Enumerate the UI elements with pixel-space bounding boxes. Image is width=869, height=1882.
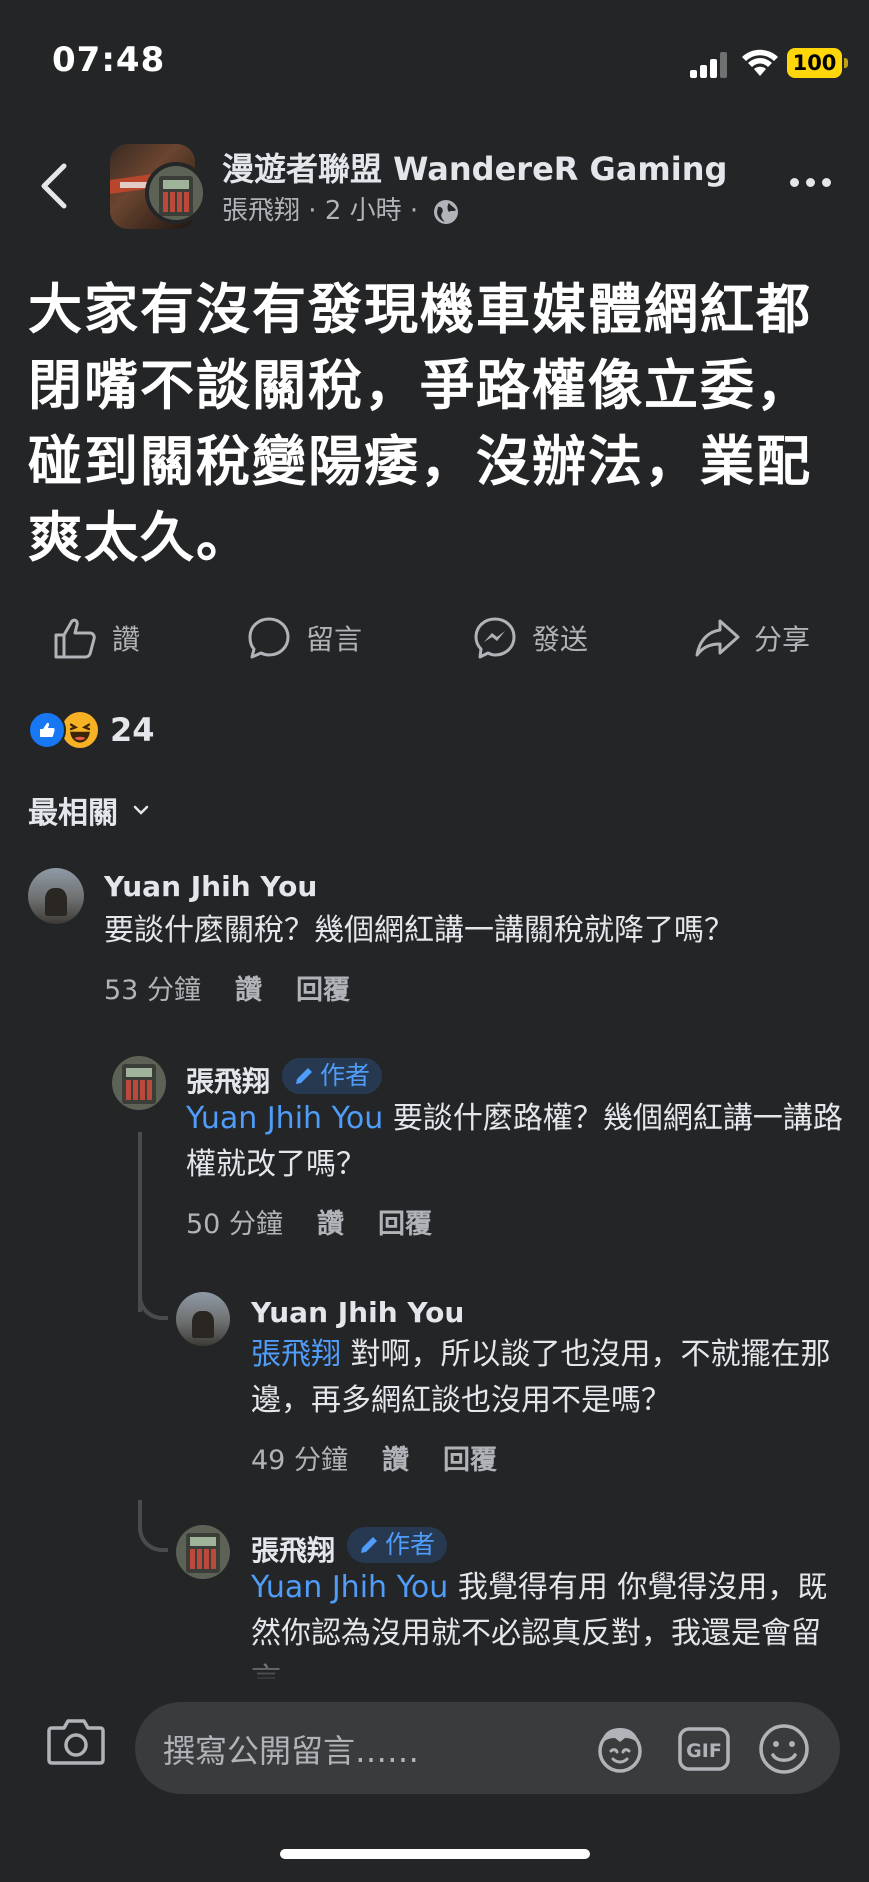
comment-text: 要談什麼關稅？幾個網紅講一講關稅就降了嗎？ [104, 913, 734, 948]
comment-bubble-icon [248, 617, 290, 659]
author-badge: 作者 [282, 1058, 383, 1094]
comment-text: 張飛翔 對啊，所以談了也沒用，不就擺在那邊，再多網紅談也沒用不是嗎？ [251, 1337, 831, 1418]
commenter-name[interactable]: Yuan Jhih You [104, 870, 317, 903]
comment-sort-dropdown[interactable]: 最相關 [28, 788, 150, 832]
comment-like-button[interactable]: 讚 [235, 975, 262, 1006]
globe-icon [434, 199, 459, 224]
wifi-icon [742, 49, 778, 76]
author-badge: 作者 [347, 1527, 448, 1563]
emoji-icon[interactable] [755, 1720, 813, 1778]
haha-reaction-icon [60, 710, 100, 750]
author-avatar-small[interactable] [145, 162, 207, 224]
home-indicator[interactable] [280, 1849, 590, 1859]
comment-reply-button[interactable]: 回覆 [378, 1209, 432, 1240]
like-button[interactable]: 讚 [52, 605, 140, 671]
comment-meta: 53 分鐘 讚 回覆 [104, 968, 384, 1007]
pencil-icon [296, 1068, 312, 1084]
share-arrow-icon [695, 619, 740, 657]
comment-button[interactable]: 留言 [246, 605, 362, 671]
like-reaction-icon [28, 711, 66, 749]
post-text: 大家有沒有發現機車媒體網紅都閉嘴不談關稅，爭路權像立委，碰到關稅變陽痿，沒辦法，… [28, 278, 812, 569]
commenter-name[interactable]: Yuan Jhih You [251, 1296, 464, 1329]
comment-sort-label: 最相關 [28, 796, 118, 831]
post-time[interactable]: 2 小時 [325, 196, 402, 226]
commenter-name[interactable]: 張飛翔 [186, 1060, 270, 1100]
mention-link[interactable]: 張飛翔 [251, 1337, 341, 1372]
comment-time[interactable]: 50 分鐘 [186, 1209, 283, 1240]
comment-time[interactable]: 53 分鐘 [104, 975, 201, 1006]
commenter-avatar[interactable] [28, 868, 84, 924]
more-options-icon[interactable] [790, 172, 838, 192]
comment-like-button[interactable]: 讚 [382, 1445, 409, 1476]
messenger-icon [474, 617, 516, 659]
battery-indicator: 100 [787, 48, 848, 78]
gif-icon[interactable]: GIF [675, 1720, 733, 1778]
chevron-down-icon [133, 805, 149, 815]
send-button-label: 發送 [532, 623, 589, 656]
share-button[interactable]: 分享 [694, 605, 810, 671]
comment-text: Yuan Jhih You 要談什麼路權？幾個網紅講一講路權就改了嗎？ [186, 1101, 843, 1182]
comment-reply-button[interactable]: 回覆 [296, 975, 350, 1006]
mention-link[interactable]: Yuan Jhih You [186, 1101, 383, 1136]
comment-button-label: 留言 [306, 623, 363, 656]
comment-composer: 撰寫公開留言…… GIF [0, 1680, 869, 1800]
reaction-summary[interactable]: 24 [28, 710, 155, 750]
commenter-name[interactable]: 張飛翔 [251, 1529, 335, 1569]
comment-like-button[interactable]: 讚 [317, 1209, 344, 1240]
comment-reply: Yuan Jhih You 張飛翔 對啊，所以談了也沒用，不就擺在那邊，再多網紅… [0, 1292, 869, 1492]
commenter-avatar[interactable] [176, 1292, 230, 1346]
post-author-name[interactable]: 張飛翔 [222, 196, 300, 226]
post-meta: 張飛翔 · 2 小時 · [222, 190, 460, 227]
comment: Yuan Jhih You 要談什麼關稅？幾個網紅講一講關稅就降了嗎？ 53 分… [0, 866, 869, 1016]
mention-link[interactable]: Yuan Jhih You [251, 1570, 448, 1605]
avatar-sticker-icon[interactable] [591, 1720, 649, 1778]
share-button-label: 分享 [754, 623, 811, 656]
svg-text:GIF: GIF [686, 1740, 722, 1762]
post-action-bar: 讚 留言 發送 分享 [0, 605, 869, 671]
comment-reply-button[interactable]: 回覆 [443, 1445, 497, 1476]
comment-reply: 張飛翔 作者 Yuan Jhih You 要談什麼路權？幾個網紅講一講路權就改了… [0, 1056, 869, 1256]
thumbs-up-icon [54, 618, 96, 659]
comment-input[interactable]: 撰寫公開留言…… GIF [135, 1702, 840, 1794]
group-name[interactable]: 漫遊者聯盟 WandereR Gaming [222, 144, 727, 190]
comment-time[interactable]: 49 分鐘 [251, 1445, 348, 1476]
camera-icon[interactable] [46, 1714, 106, 1768]
comment-input-placeholder: 撰寫公開留言…… [163, 1732, 420, 1770]
status-time: 07:48 [52, 40, 166, 80]
scroll-fade [0, 1642, 869, 1682]
commenter-avatar[interactable] [176, 1525, 230, 1579]
back-arrow-icon[interactable] [30, 158, 80, 214]
like-button-label: 讚 [112, 623, 141, 656]
reaction-count: 24 [110, 711, 155, 749]
cellular-signal-icon [690, 52, 730, 78]
commenter-avatar[interactable] [112, 1056, 166, 1110]
comment-meta: 50 分鐘 讚 回覆 [186, 1202, 466, 1241]
pencil-icon [361, 1537, 377, 1553]
status-bar: 07:48 100 [0, 0, 869, 120]
send-button[interactable]: 發送 [472, 605, 588, 671]
comment-meta: 49 分鐘 讚 回覆 [251, 1438, 531, 1477]
post-header: 漫遊者聯盟 WandereR Gaming 張飛翔 · 2 小時 · [0, 130, 869, 240]
